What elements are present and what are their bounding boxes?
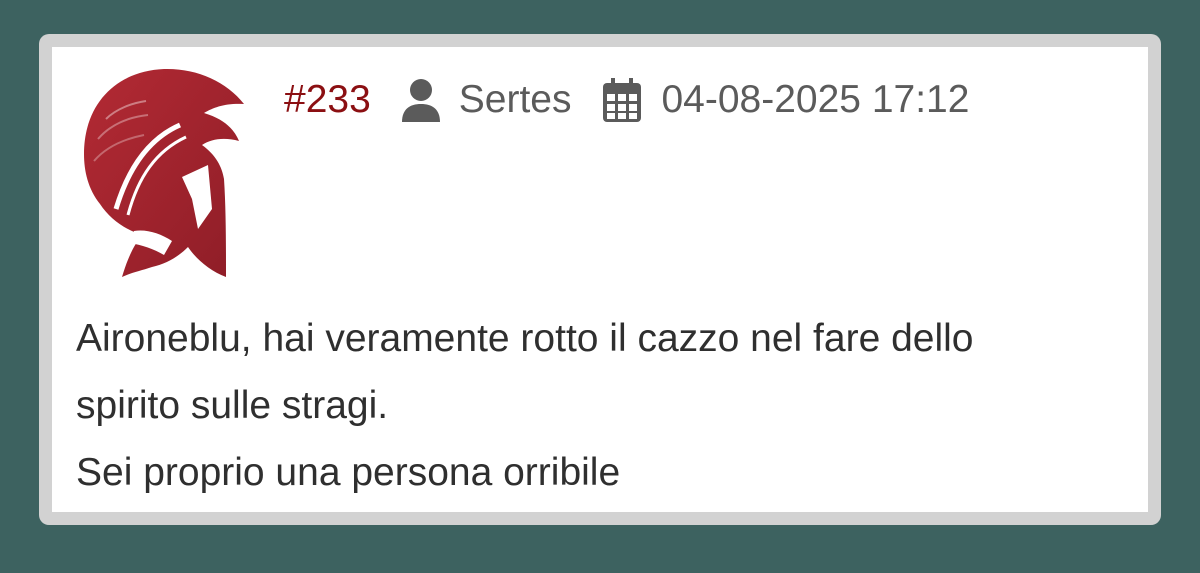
message-line: Aironeblu, hai veramente rotto il cazzo … (76, 317, 974, 360)
message-line: Sei proprio una persona orribile (76, 451, 621, 494)
calendar-icon (603, 78, 642, 122)
spartan-helmet-icon (84, 68, 244, 277)
author-name[interactable]: Sertes (459, 78, 572, 122)
post-number[interactable]: #233 (284, 78, 371, 122)
avatar[interactable] (76, 59, 248, 281)
user-icon (401, 78, 441, 122)
post-datetime: 04-08-2025 17:12 (661, 78, 970, 121)
post-message: Aironeblu, hai veramente rotto il cazzo … (76, 305, 1136, 506)
post-card: #233 Sertes 04-08-2025 17:12 Aironeblu, … (52, 47, 1148, 512)
message-line: spirito sulle stragi. (76, 384, 389, 427)
post-card-frame: #233 Sertes 04-08-2025 17:12 Aironeblu, … (39, 34, 1161, 525)
post-meta: #233 Sertes 04-08-2025 17:12 (284, 73, 969, 127)
